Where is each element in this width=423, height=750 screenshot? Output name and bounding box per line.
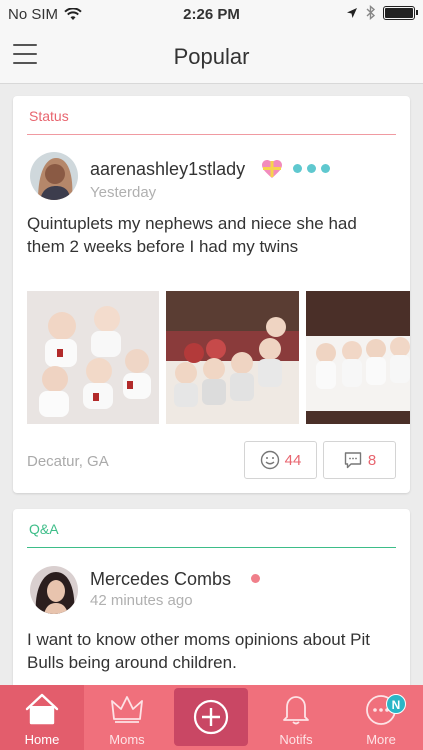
tab-more[interactable]: More: [339, 685, 423, 750]
divider: [27, 134, 396, 135]
comment-count: 8: [367, 451, 377, 469]
like-button[interactable]: 44: [244, 441, 317, 479]
tab-moms[interactable]: Moms: [85, 685, 169, 750]
tab-home[interactable]: Home: [0, 685, 84, 750]
post-photo[interactable]: [166, 291, 299, 424]
bluetooth-icon: [366, 5, 375, 20]
feed-card-qa[interactable]: Q&A Mercedes Combs 42 minutes ago I want…: [13, 509, 410, 699]
tab-label: Notifs: [279, 732, 313, 747]
gift-heart-icon: [262, 160, 282, 178]
tab-label: Home: [24, 732, 60, 747]
post-time: 42 minutes ago: [90, 592, 193, 609]
post-text: Quintuplets my nephews and niece she had…: [27, 214, 357, 256]
house-icon: [25, 693, 59, 725]
post-photo[interactable]: [306, 291, 410, 424]
more-options-icon[interactable]: [293, 164, 330, 173]
comment-button[interactable]: 8: [323, 441, 396, 479]
tab-notifs[interactable]: Notifs: [254, 685, 338, 750]
like-count: 44: [284, 451, 302, 469]
divider: [27, 547, 396, 548]
location-arrow-icon: [347, 7, 357, 18]
new-badge: N: [386, 694, 406, 714]
page-title: Popular: [173, 44, 250, 69]
photo-strip: [27, 291, 410, 424]
avatar[interactable]: [30, 152, 78, 200]
username[interactable]: aarenashley1stlady: [90, 159, 245, 180]
post-time: Yesterday: [90, 184, 157, 201]
post-text: I want to know other moms opinions about…: [27, 630, 371, 672]
status-bar: No SIM 2:26 PM: [0, 0, 423, 30]
comment-icon: [344, 452, 362, 469]
username[interactable]: Mercedes Combs: [90, 569, 231, 590]
avatar[interactable]: [30, 566, 78, 614]
tab-label: More: [366, 732, 396, 747]
plus-circle-icon: [193, 699, 229, 735]
feed-card-status[interactable]: Status aarenashley1stlady Yesterday Quin…: [13, 96, 410, 493]
bell-icon: [283, 696, 309, 725]
create-post-button[interactable]: [174, 688, 248, 746]
crown-icon: [111, 696, 143, 723]
post-type-label: Q&A: [29, 521, 59, 537]
tab-label: Moms: [109, 732, 145, 747]
post-type-label: Status: [29, 108, 69, 124]
battery-icon: [383, 5, 418, 20]
post-location: Decatur, GA: [27, 453, 109, 470]
nav-bar: Popular: [0, 30, 423, 84]
new-indicator-dot: [251, 574, 260, 583]
tab-bar: Home Moms Notifs More: [0, 685, 423, 750]
post-photo[interactable]: [27, 291, 159, 424]
smiley-icon: [260, 450, 279, 470]
